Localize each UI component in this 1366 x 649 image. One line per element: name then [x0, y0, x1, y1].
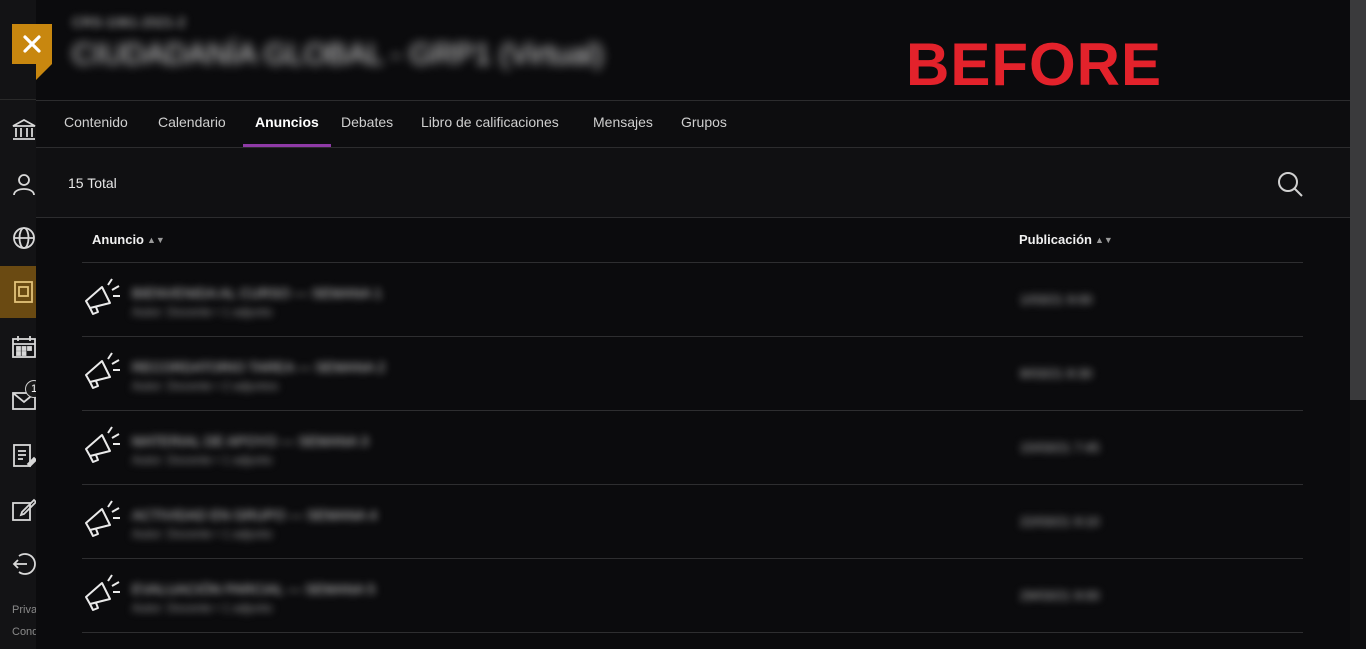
- course-tabs: Contenido Calendario Anuncios Debates Li…: [36, 101, 1350, 147]
- search-icon: [1278, 172, 1303, 197]
- courses-icon[interactable]: [11, 279, 36, 305]
- megaphone-icon: [82, 573, 122, 613]
- grades-icon[interactable]: [11, 443, 36, 469]
- edit-icon[interactable]: [11, 497, 36, 523]
- megaphone-icon: [82, 499, 122, 539]
- announcement-date: 22/03/21 9:10: [1020, 514, 1100, 529]
- column-header-publicacion[interactable]: Publicación ▲▼: [1019, 232, 1113, 247]
- announcement-title: ACTIVIDAD EN GRUPO — SEMANA 4: [132, 507, 378, 523]
- tab-libro-de-calificaciones[interactable]: Libro de calificaciones: [409, 101, 571, 147]
- globe-icon[interactable]: [11, 225, 36, 251]
- table-row[interactable]: BIENVENIDA AL CURSO — SEMANA 1 Autor: Do…: [82, 263, 1303, 336]
- sort-icon: ▲▼: [147, 235, 165, 245]
- announcement-meta: Autor: Docente • 1 adjunto: [132, 601, 273, 615]
- tab-grupos[interactable]: Grupos: [669, 101, 739, 147]
- tab-debates[interactable]: Debates: [329, 101, 405, 147]
- institution-icon[interactable]: [11, 117, 36, 143]
- profile-icon[interactable]: [11, 171, 36, 197]
- toolbar-divider: [36, 217, 1350, 218]
- search-button[interactable]: [1276, 170, 1304, 198]
- announcement-meta: Autor: Docente • 1 adjunto: [132, 527, 273, 541]
- rail-divider: [0, 99, 36, 100]
- page-scrollbar[interactable]: [1350, 0, 1366, 649]
- megaphone-icon: [82, 351, 122, 391]
- table-row[interactable]: EVALUACIÓN PARCIAL — SEMANA 5 Autor: Doc…: [82, 559, 1303, 632]
- messages-badge: 1: [25, 380, 36, 398]
- column-header-publicacion-label: Publicación: [1019, 232, 1092, 247]
- close-button[interactable]: [12, 24, 52, 80]
- column-header-anuncio[interactable]: Anuncio ▲▼: [92, 232, 165, 247]
- announcement-title: EVALUACIÓN PARCIAL — SEMANA 5: [132, 581, 376, 597]
- announcement-title: BIENVENIDA AL CURSO — SEMANA 1: [132, 285, 383, 301]
- announcement-title: MATERIAL DE APOYO — SEMANA 3: [132, 433, 369, 449]
- before-label: BEFORE: [906, 31, 1163, 98]
- scrollbar-thumb[interactable]: [1350, 0, 1366, 400]
- table-row[interactable]: ACTIVIDAD EN GRUPO — SEMANA 4 Autor: Doc…: [82, 485, 1303, 558]
- announcement-meta: Autor: Docente • 1 adjunto: [132, 305, 273, 319]
- row-divider: [82, 632, 1303, 633]
- megaphone-icon: [82, 277, 122, 317]
- tab-mensajes[interactable]: Mensajes: [581, 101, 665, 147]
- announcement-title: RECORDATORIO TAREA — SEMANA 2: [132, 359, 386, 375]
- tab-contenido[interactable]: Contenido: [52, 101, 140, 147]
- footer-privacy-link[interactable]: Privacidad: [12, 604, 36, 616]
- calendar-icon[interactable]: [11, 334, 36, 360]
- total-count: 15 Total: [68, 175, 117, 191]
- tab-anuncios[interactable]: Anuncios: [243, 101, 331, 147]
- announcement-date: 8/03/21 8:30: [1020, 366, 1093, 381]
- announcement-date: 1/03/21 9:00: [1020, 292, 1093, 307]
- tab-calendario[interactable]: Calendario: [146, 101, 238, 147]
- table-row[interactable]: RECORDATORIO TAREA — SEMANA 2 Autor: Doc…: [82, 337, 1303, 410]
- course-title: CIUDADANÍA GLOBAL - GRP1 (Virtual): [72, 38, 604, 71]
- announcement-meta: Autor: Docente • 2 adjuntos: [132, 379, 279, 393]
- column-header-anuncio-label: Anuncio: [92, 232, 144, 247]
- table-row[interactable]: MATERIAL DE APOYO — SEMANA 3 Autor: Doce…: [82, 411, 1303, 484]
- sort-icon: ▲▼: [1094, 235, 1113, 245]
- megaphone-icon: [82, 425, 122, 465]
- announcement-date: 15/03/21 7:45: [1020, 440, 1100, 455]
- nav-rail: 1 Privacidad Condiciones: [0, 0, 36, 649]
- announcement-meta: Autor: Docente • 1 adjunto: [132, 453, 273, 467]
- footer-conditions-link[interactable]: Condiciones: [12, 626, 36, 638]
- announcements-toolbar: 15 Total: [36, 148, 1350, 217]
- sign-out-icon[interactable]: [11, 551, 36, 577]
- course-subtitle: CRS-1061-2021-2: [72, 14, 186, 30]
- announcement-date: 29/03/21 9:00: [1020, 588, 1100, 603]
